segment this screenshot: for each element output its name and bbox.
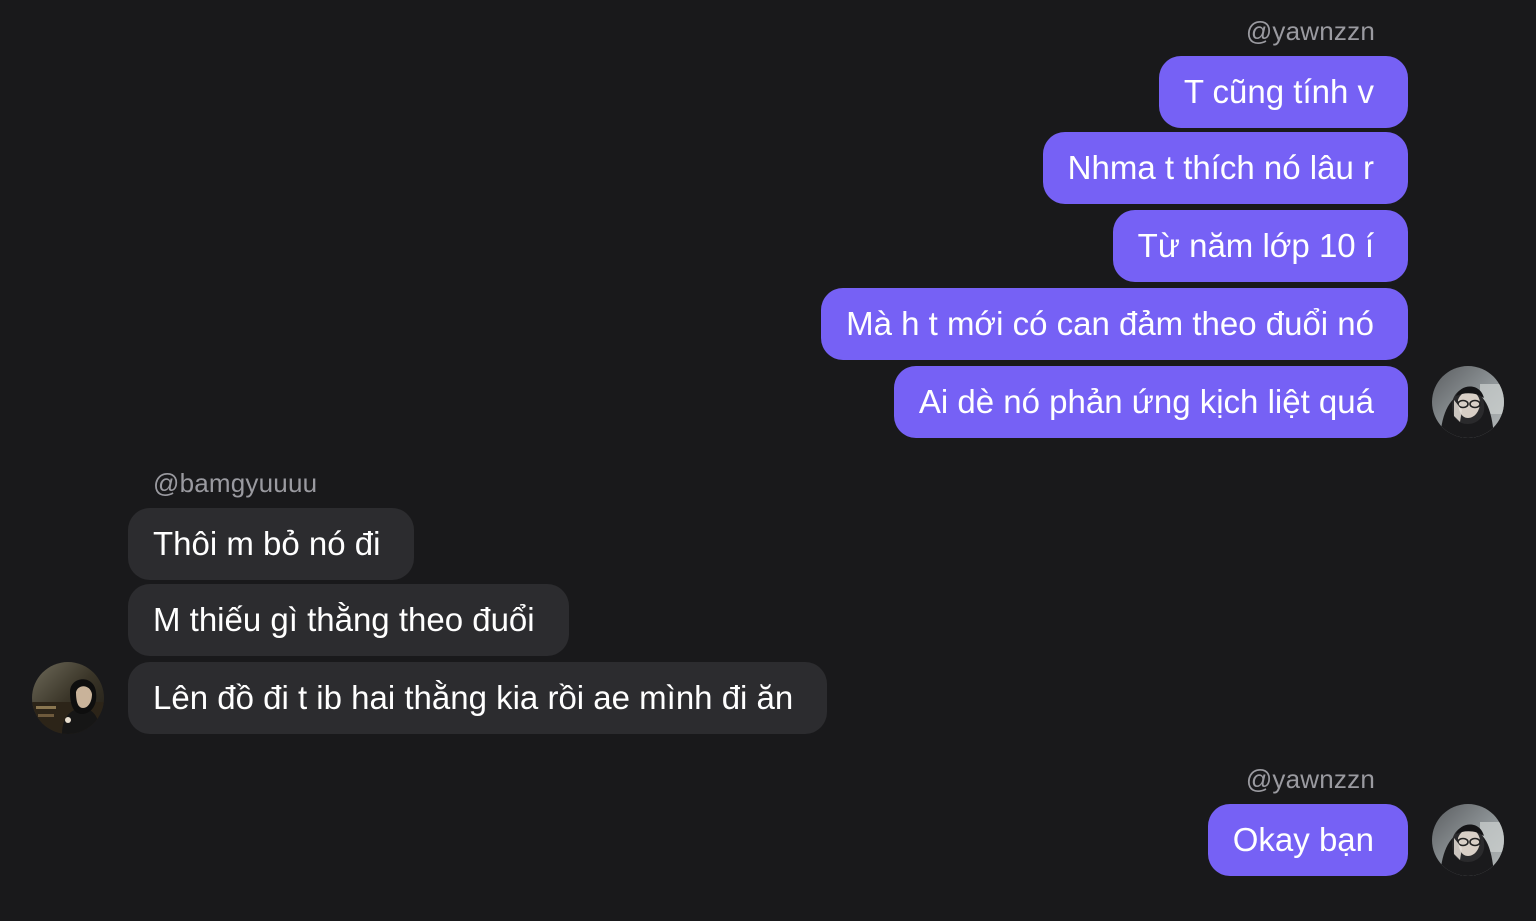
- message-bubble-outgoing[interactable]: Từ năm lớp 10 í: [1112, 210, 1408, 282]
- user-avatar-dark-hood-icon[interactable]: [1432, 366, 1504, 438]
- user-avatar-dark-hood-icon[interactable]: [1432, 804, 1504, 876]
- message-bubble-incoming[interactable]: Thôi m bỏ nó đi: [128, 508, 415, 580]
- message-bubble-incoming[interactable]: Lên đồ đi t ib hai thằng kia rồi ae mình…: [128, 662, 828, 734]
- message-bubble-outgoing[interactable]: T cũng tính v: [1158, 56, 1408, 128]
- user-avatar-warm-photo-icon[interactable]: [32, 662, 104, 734]
- chat-thread: @yawnzzn T cũng tính v Nhma t thích nó l…: [0, 0, 1536, 921]
- message-bubble-outgoing[interactable]: Okay bạn: [1207, 804, 1408, 876]
- sender-username[interactable]: @bamgyuuuu: [153, 468, 317, 498]
- message-bubble-outgoing[interactable]: Ai dè nó phản ứng kịch liệt quá: [893, 366, 1408, 438]
- sender-username[interactable]: @yawnzzn: [1246, 764, 1375, 794]
- message-bubble-outgoing[interactable]: Mà h t mới có can đảm theo đuổi nó: [821, 288, 1408, 360]
- message-bubble-outgoing[interactable]: Nhma t thích nó lâu r: [1042, 132, 1408, 204]
- sender-username[interactable]: @yawnzzn: [1246, 16, 1375, 46]
- message-bubble-incoming[interactable]: M thiếu gì thằng theo đuổi: [128, 584, 569, 656]
